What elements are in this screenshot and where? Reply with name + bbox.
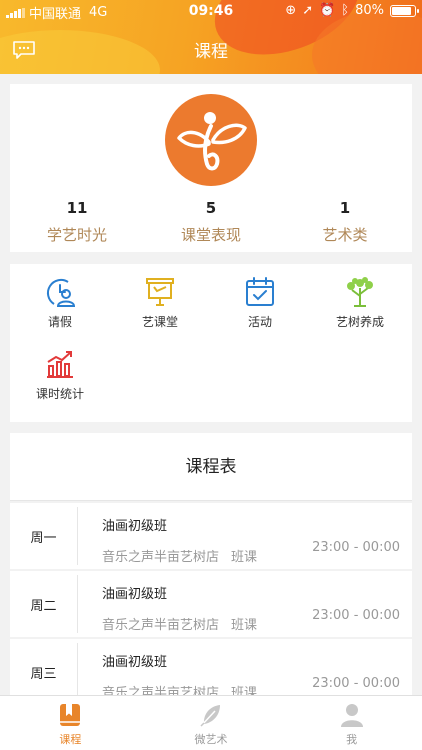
status-bar: 中国联通 4G 09:46 ⊕ ➚ ⏰ ᛒ 80% bbox=[0, 0, 422, 22]
schedule-row[interactable]: 周三 油画初级班 音乐之声半亩艺树店 班课 23:00 - 00:00 bbox=[10, 639, 412, 695]
schedule-card: 课程表 周一 油画初级班 音乐之声半亩艺树店 班课 23:00 - 00:00 周… bbox=[10, 433, 412, 695]
tab-micro-art[interactable]: 微艺术 bbox=[141, 696, 282, 750]
bluetooth-icon: ᛒ bbox=[341, 3, 350, 18]
course-type: 班课 bbox=[231, 686, 258, 695]
tab-label: 课程 bbox=[59, 733, 82, 746]
leave-icon bbox=[47, 279, 76, 307]
menu-item-leave[interactable]: 请假 bbox=[10, 276, 110, 330]
store-name: 音乐之声半亩艺树店 bbox=[102, 686, 220, 695]
location-icon: ➚ bbox=[302, 3, 314, 18]
battery-icon bbox=[390, 4, 419, 17]
course-time: 23:00 - 00:00 bbox=[312, 608, 400, 623]
course-time: 23:00 - 00:00 bbox=[312, 676, 400, 691]
schedule-day: 周三 bbox=[10, 643, 78, 695]
menu-item-class-stats[interactable]: 课时统计 bbox=[10, 348, 110, 402]
alarm-icon: ⏰ bbox=[319, 3, 336, 18]
menu-item-label: 艺树养成 bbox=[335, 315, 384, 329]
calendar-icon bbox=[246, 277, 274, 306]
stat-label: 学艺时光 bbox=[46, 226, 107, 244]
stat-value: 5 bbox=[205, 199, 217, 217]
stat-value: 11 bbox=[66, 199, 88, 217]
page-title: 课程 bbox=[194, 42, 228, 62]
menu-item-art-tree[interactable]: 艺树养成 bbox=[310, 276, 410, 330]
schedule-day: 周二 bbox=[10, 575, 78, 633]
schedule-title: 课程表 bbox=[10, 433, 412, 501]
tab-label: 微艺术 bbox=[194, 733, 228, 746]
tab-me[interactable]: 我 bbox=[281, 696, 422, 750]
stat-value: 1 bbox=[339, 199, 351, 217]
schedule-day: 周一 bbox=[10, 507, 78, 565]
battery-percent: 80% bbox=[355, 3, 384, 18]
stat-label: 课堂表现 bbox=[180, 226, 241, 244]
schedule-row[interactable]: 周二 油画初级班 音乐之声半亩艺树店 班课 23:00 - 00:00 bbox=[10, 571, 412, 637]
classroom-icon bbox=[146, 278, 174, 306]
tab-courses[interactable]: 课程 bbox=[0, 696, 141, 750]
stat-class-performance[interactable]: 5 课堂表现 bbox=[144, 196, 278, 245]
profile-card: 11 学艺时光 5 课堂表现 1 艺术类 bbox=[10, 84, 412, 252]
stat-study-time[interactable]: 11 学艺时光 bbox=[10, 196, 144, 245]
course-time: 23:00 - 00:00 bbox=[312, 540, 400, 555]
menu-item-label: 请假 bbox=[47, 315, 72, 329]
course-name: 油画初级班 bbox=[102, 655, 168, 670]
tree-icon bbox=[347, 277, 373, 307]
person-icon bbox=[340, 704, 363, 727]
tab-label: 我 bbox=[346, 733, 358, 746]
stat-art-category[interactable]: 1 艺术类 bbox=[278, 196, 412, 245]
course-book-icon bbox=[60, 704, 81, 726]
stat-label: 艺术类 bbox=[322, 226, 368, 244]
function-menu: 请假 艺课堂 活动 艺树养成 课时统计 bbox=[10, 264, 412, 422]
course-type: 班课 bbox=[231, 550, 258, 565]
header: 中国联通 4G 09:46 ⊕ ➚ ⏰ ᛒ 80% 课程 bbox=[0, 0, 422, 74]
store-name: 音乐之声半亩艺树店 bbox=[102, 618, 220, 633]
feather-icon bbox=[200, 705, 220, 727]
course-name: 油画初级班 bbox=[102, 519, 168, 534]
menu-item-label: 课时统计 bbox=[35, 387, 84, 401]
menu-item-classroom[interactable]: 艺课堂 bbox=[110, 276, 210, 330]
schedule-row[interactable]: 周一 油画初级班 音乐之声半亩艺树店 班课 23:00 - 00:00 bbox=[10, 503, 412, 569]
menu-item-activity[interactable]: 活动 bbox=[210, 276, 310, 330]
store-name: 音乐之声半亩艺树店 bbox=[102, 550, 220, 565]
lock-rotation-icon: ⊕ bbox=[285, 3, 297, 18]
tab-bar: 课程 微艺术 我 bbox=[0, 695, 422, 750]
course-type: 班课 bbox=[231, 618, 258, 633]
menu-item-label: 活动 bbox=[247, 315, 272, 329]
logo bbox=[165, 94, 257, 186]
menu-item-label: 艺课堂 bbox=[141, 315, 178, 329]
course-name: 油画初级班 bbox=[102, 587, 168, 602]
stats-chart-icon bbox=[47, 351, 73, 378]
